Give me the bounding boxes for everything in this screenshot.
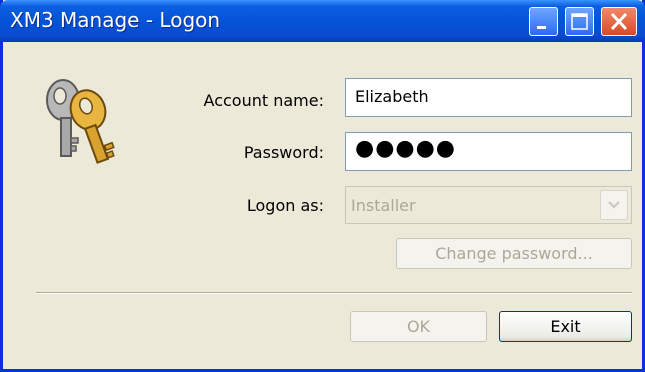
account-name-label: Account name: — [203, 91, 324, 110]
window-title: XM3 Manage - Logon — [10, 8, 221, 32]
change-password-button[interactable]: Change password... — [396, 238, 632, 269]
keys-icon — [46, 79, 115, 164]
chevron-down-icon — [608, 201, 620, 209]
logon-as-label: Logon as: — [246, 196, 324, 215]
password-label: Password: — [243, 143, 324, 162]
password-value: ●●●●● — [355, 136, 456, 161]
close-button[interactable] — [601, 7, 637, 36]
password-field[interactable]: ●●●●● — [345, 132, 632, 171]
maximize-button[interactable] — [565, 7, 594, 36]
close-icon — [610, 12, 628, 31]
exit-button[interactable]: Exit — [499, 311, 632, 342]
dropdown-button[interactable] — [600, 190, 628, 220]
minimize-button[interactable] — [529, 7, 558, 36]
divider — [36, 292, 632, 294]
account-name-value: Elizabeth — [355, 87, 429, 106]
ok-button[interactable]: OK — [350, 311, 487, 342]
logon-as-value: Installer — [351, 196, 416, 215]
title-bar[interactable]: XM3 Manage - Logon — [0, 0, 645, 42]
logon-as-select[interactable]: Installer — [345, 186, 632, 224]
maximize-icon — [571, 13, 588, 30]
account-name-field[interactable]: Elizabeth — [345, 78, 632, 117]
minimize-icon — [537, 26, 546, 29]
logon-window: XM3 Manage - Logon Account name: Elizabe… — [0, 0, 645, 372]
